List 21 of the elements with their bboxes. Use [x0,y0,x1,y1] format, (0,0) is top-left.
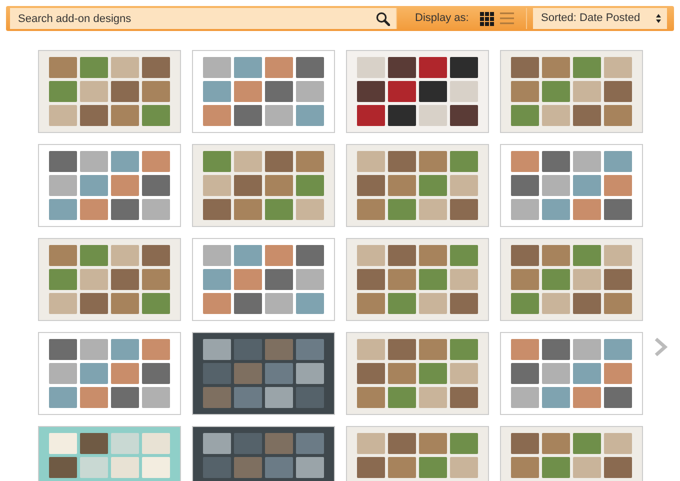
search-icon[interactable] [376,12,390,26]
design-thumbnail[interactable] [192,50,335,133]
design-thumbnail[interactable] [346,332,489,415]
design-thumbnail[interactable] [346,50,489,133]
design-thumbnail[interactable] [500,50,643,133]
design-thumbnail[interactable] [500,332,643,415]
caret-icon [656,14,661,23]
design-thumbnail[interactable] [192,144,335,227]
design-thumbnail[interactable] [38,332,181,415]
display-as-label: Display as: [415,11,469,26]
design-thumbnail[interactable] [500,144,643,227]
sort-dropdown[interactable]: Sorted: Date Posted [533,8,667,29]
design-thumbnail[interactable] [346,144,489,227]
design-thumbnail[interactable] [346,238,489,321]
design-thumbnail[interactable] [38,50,181,133]
design-thumbnail[interactable] [192,332,335,415]
design-thumbnail[interactable] [38,144,181,227]
design-thumbnail[interactable] [192,238,335,321]
search-field[interactable]: Search add-on designs [10,8,396,29]
design-thumbnail[interactable] [500,238,643,321]
design-thumbnail[interactable] [38,238,181,321]
